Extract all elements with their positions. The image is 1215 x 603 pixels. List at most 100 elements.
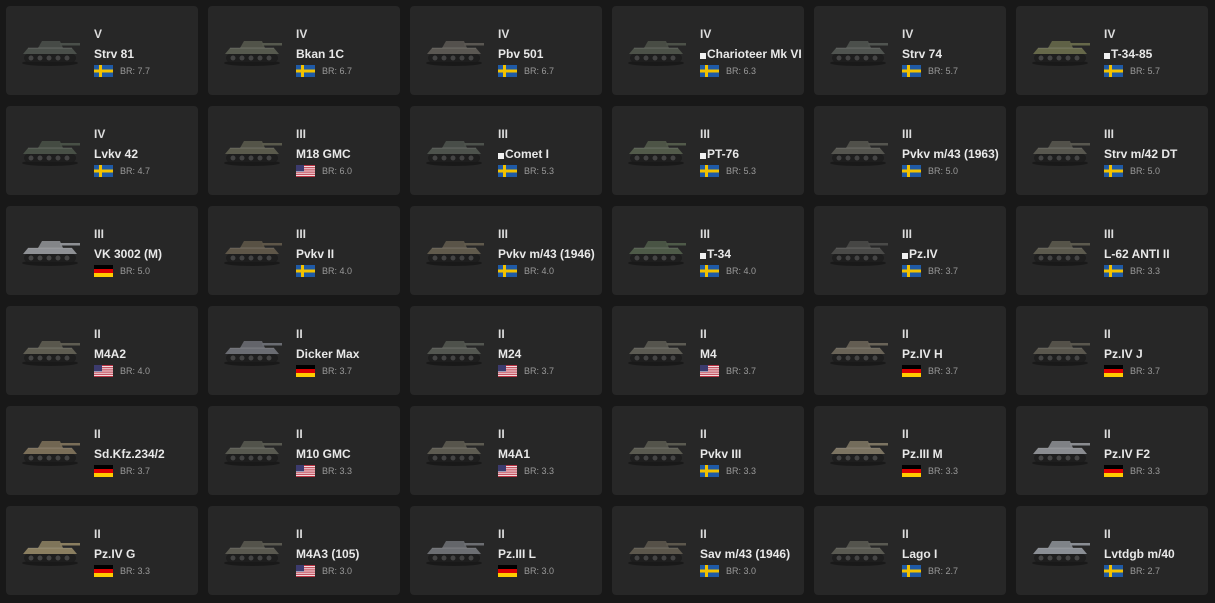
battle-rating: BR: 2.7 <box>1130 565 1160 577</box>
br-label: BR: <box>928 166 944 176</box>
flag-germany-icon <box>94 465 113 477</box>
vehicle-card[interactable]: II Sav m/43 (1946) BR: 3.0 <box>612 506 804 595</box>
vehicle-card[interactable]: II M4A3 (105) BR: 3.0 <box>208 506 400 595</box>
vehicle-card[interactable]: IV Strv 74 BR: 5.7 <box>814 6 1006 95</box>
vehicle-name: Lvkv 42 <box>94 147 138 161</box>
vehicle-card[interactable]: II Lvtdgb m/40 BR: 2.7 <box>1016 506 1208 595</box>
vehicle-card[interactable]: III Strv m/42 DT BR: 5.0 <box>1016 106 1208 195</box>
br-value: 4.0 <box>137 366 151 376</box>
vehicle-card[interactable]: IV Charioteer Mk VI BR: 6.3 <box>612 6 804 95</box>
vehicle-rank: IV <box>296 27 308 41</box>
vehicle-card[interactable]: II Dicker Max BR: 3.7 <box>208 306 400 395</box>
vehicle-card[interactable]: II Pz.IV G BR: 3.3 <box>6 506 198 595</box>
vehicle-card[interactable]: III M18 GMC BR: 6.0 <box>208 106 400 195</box>
vehicle-rank: III <box>498 227 509 241</box>
vehicle-card[interactable]: III T-34 BR: 4.0 <box>612 206 804 295</box>
vehicle-rank: II <box>1104 427 1111 441</box>
vehicle-card[interactable]: III Pvkv m/43 (1963) BR: 5.0 <box>814 106 1006 195</box>
vehicle-card[interactable]: II Pz.IV F2 BR: 3.3 <box>1016 406 1208 495</box>
vehicle-card[interactable]: III Pvkv m/43 (1946) BR: 4.0 <box>410 206 602 295</box>
tank-icon <box>18 234 82 266</box>
tank-icon <box>826 434 890 466</box>
br-label: BR: <box>928 466 944 476</box>
br-label: BR: <box>726 166 742 176</box>
vehicle-card[interactable]: II Pz.III L BR: 3.0 <box>410 506 602 595</box>
vehicle-rank: II <box>296 327 303 341</box>
vehicle-card[interactable]: IV Lvkv 42 BR: 4.7 <box>6 106 198 195</box>
spaa-icon <box>1028 234 1092 266</box>
br-label: BR: <box>120 366 136 376</box>
br-value: 6.0 <box>339 166 353 176</box>
battle-rating: BR: 6.0 <box>322 165 352 177</box>
br-value: 3.7 <box>1147 366 1161 376</box>
vehicle-name-text: Strv 81 <box>94 47 135 61</box>
vehicle-card[interactable]: II M10 GMC BR: 3.3 <box>208 406 400 495</box>
br-value: 6.3 <box>743 66 757 76</box>
vehicle-card[interactable]: II Pz.III M BR: 3.3 <box>814 406 1006 495</box>
light-tank-icon <box>422 334 486 366</box>
vehicle-rank: II <box>498 527 505 541</box>
vehicle-card[interactable]: II Pz.IV J BR: 3.7 <box>1016 306 1208 395</box>
flag-germany-icon <box>1104 365 1123 377</box>
vehicle-name: Pz.III L <box>498 547 536 561</box>
battle-rating: BR: 4.0 <box>322 265 352 277</box>
battle-rating: BR: 3.7 <box>726 365 756 377</box>
vehicle-card[interactable]: IV Bkan 1C BR: 6.7 <box>208 6 400 95</box>
vehicle-card[interactable]: IV Pbv 501 BR: 6.7 <box>410 6 602 95</box>
vehicle-name-text: Sav m/43 (1946) <box>700 547 791 561</box>
br-label: BR: <box>726 266 742 276</box>
vehicle-card[interactable]: II Lago I BR: 2.7 <box>814 506 1006 595</box>
vehicle-card[interactable]: III Comet I BR: 5.3 <box>410 106 602 195</box>
vehicle-rank: IV <box>94 127 106 141</box>
flag-usa-icon <box>498 365 517 377</box>
vehicle-name: M24 <box>498 347 521 361</box>
br-value: 3.0 <box>743 566 757 576</box>
vehicle-name-text: Strv 74 <box>902 47 943 61</box>
tank-icon <box>1028 434 1092 466</box>
vehicle-name: VK 3002 (M) <box>94 247 162 261</box>
vehicle-card[interactable]: II Sd.Kfz.234/2 BR: 3.7 <box>6 406 198 495</box>
vehicle-card[interactable]: III Pz.IV BR: 3.7 <box>814 206 1006 295</box>
vehicle-rank: III <box>1104 227 1115 241</box>
battle-rating: BR: 3.7 <box>322 365 352 377</box>
vehicle-card[interactable]: II M4A1 BR: 3.3 <box>410 406 602 495</box>
tank-destroyer-icon <box>220 334 284 366</box>
battle-rating: BR: 3.3 <box>322 465 352 477</box>
vehicle-card[interactable]: III L-62 ANTI II BR: 3.3 <box>1016 206 1208 295</box>
vehicle-name: Dicker Max <box>296 347 359 361</box>
vehicle-rank: IV <box>1104 27 1116 41</box>
flag-germany-icon <box>498 565 517 577</box>
light-tank-icon <box>624 134 688 166</box>
tank-destroyer-icon <box>220 234 284 266</box>
vehicle-name-text: Pz.IV G <box>94 547 136 561</box>
vehicle-rank: II <box>498 427 505 441</box>
flag-sweden-icon <box>700 265 719 277</box>
tank-icon <box>18 34 82 66</box>
vehicle-card[interactable]: V Strv 81 BR: 7.7 <box>6 6 198 95</box>
br-label: BR: <box>1130 466 1146 476</box>
br-value: 5.7 <box>1147 66 1161 76</box>
vehicle-card[interactable]: II Pz.IV H BR: 3.7 <box>814 306 1006 395</box>
marker-icon <box>700 153 706 159</box>
br-label: BR: <box>120 166 136 176</box>
vehicle-card[interactable]: III PT-76 BR: 5.3 <box>612 106 804 195</box>
vehicle-rank: IV <box>498 27 510 41</box>
battle-rating: BR: 4.0 <box>524 265 554 277</box>
vehicle-rank: III <box>700 227 711 241</box>
vehicle-rank: IV <box>902 27 914 41</box>
vehicle-card[interactable]: II M24 BR: 3.7 <box>410 306 602 395</box>
vehicle-card[interactable]: III Pvkv II BR: 4.0 <box>208 206 400 295</box>
vehicle-card[interactable]: II M4 BR: 3.7 <box>612 306 804 395</box>
br-label: BR: <box>120 266 136 276</box>
vehicle-name-text: Comet I <box>505 147 550 161</box>
flag-sweden-icon <box>1104 65 1123 77</box>
br-label: BR: <box>928 266 944 276</box>
vehicle-card[interactable]: III VK 3002 (M) BR: 5.0 <box>6 206 198 295</box>
br-value: 3.3 <box>1147 266 1161 276</box>
vehicle-card[interactable]: II Pvkv III BR: 3.3 <box>612 406 804 495</box>
spg-icon <box>220 34 284 66</box>
br-value: 5.3 <box>541 166 555 176</box>
vehicle-name-text: Pvkv m/43 (1946) <box>498 247 595 261</box>
vehicle-card[interactable]: II M4A2 BR: 4.0 <box>6 306 198 395</box>
vehicle-card[interactable]: IV T-34-85 BR: 5.7 <box>1016 6 1208 95</box>
